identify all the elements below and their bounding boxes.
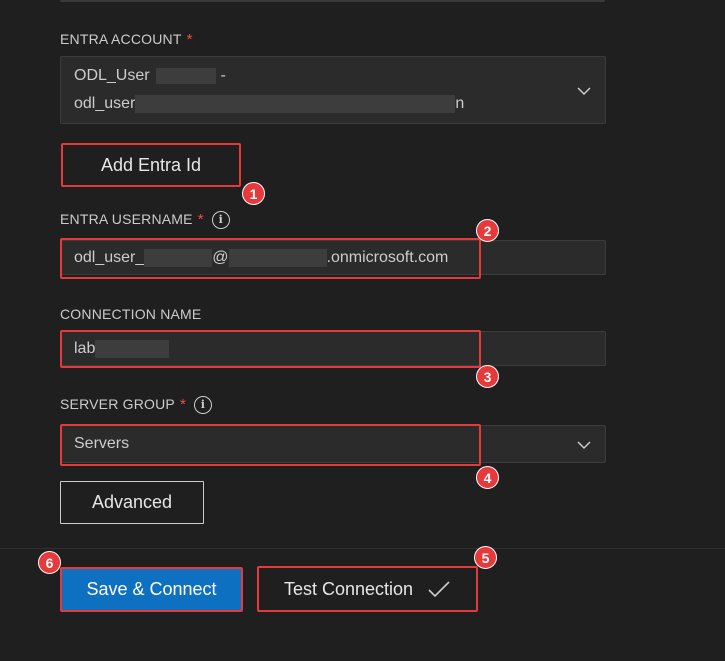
annotation-badge-3: 3: [476, 365, 499, 388]
info-icon[interactable]: i: [194, 396, 212, 414]
redacted-block: [135, 95, 456, 113]
account-email-text: odl_user: [74, 95, 136, 113]
save-and-connect-label: Save & Connect: [86, 579, 217, 599]
highlight-box-username: [60, 238, 481, 279]
badge-number: 1: [249, 186, 258, 202]
entra-username-label: ENTRA USERNAME * i: [60, 211, 230, 229]
add-entra-id-button[interactable]: Add Entra Id: [61, 143, 241, 187]
badge-number: 6: [45, 555, 54, 571]
previous-field-edge: [60, 0, 605, 2]
badge-number: 4: [483, 470, 492, 486]
badge-number: 3: [483, 369, 492, 385]
server-group-label-text: SERVER GROUP: [60, 396, 175, 412]
save-and-connect-button[interactable]: Save & Connect: [60, 567, 243, 612]
footer-divider: [0, 548, 725, 549]
connection-name-label: CONNECTION NAME: [60, 306, 201, 322]
checkmark-icon: [428, 581, 450, 598]
annotation-badge-2: 2: [476, 219, 499, 242]
required-marker: *: [186, 31, 193, 48]
test-connection-label: Test Connection: [283, 578, 414, 599]
annotation-badge-5: 5: [474, 546, 497, 569]
chevron-down-icon: [577, 441, 591, 450]
highlight-box-connection: [60, 330, 481, 368]
add-entra-id-label: Add Entra Id: [100, 154, 202, 175]
highlight-box-server-group: [60, 424, 481, 466]
server-group-label: SERVER GROUP * i: [60, 396, 212, 414]
account-email-end: n: [455, 95, 465, 113]
annotation-badge-4: 4: [476, 466, 499, 489]
redacted-block: [156, 67, 217, 84]
account-name-text: ODL_User: [74, 67, 150, 84]
entra-account-line2: odl_user n: [74, 95, 464, 113]
badge-number: 2: [483, 223, 492, 239]
entra-account-line1: ODL_User -: [74, 67, 226, 85]
chevron-down-icon: [577, 87, 591, 96]
annotation-badge-1: 1: [242, 182, 265, 205]
connection-name-label-text: CONNECTION NAME: [60, 306, 202, 322]
entra-username-label-text: ENTRA USERNAME: [60, 211, 193, 227]
advanced-button[interactable]: Advanced: [60, 481, 204, 524]
advanced-label: Advanced: [91, 492, 173, 512]
annotation-badge-6: 6: [38, 551, 61, 574]
required-marker: *: [179, 396, 186, 413]
entra-account-select[interactable]: ODL_User - odl_user n: [60, 56, 606, 124]
test-connection-button[interactable]: Test Connection: [257, 566, 478, 612]
badge-number: 5: [481, 550, 490, 566]
entra-account-label-text: ENTRA ACCOUNT: [60, 31, 182, 47]
info-icon[interactable]: i: [211, 211, 230, 229]
account-dash: -: [220, 67, 226, 84]
entra-account-label: ENTRA ACCOUNT *: [60, 31, 193, 48]
required-marker: *: [197, 211, 204, 228]
